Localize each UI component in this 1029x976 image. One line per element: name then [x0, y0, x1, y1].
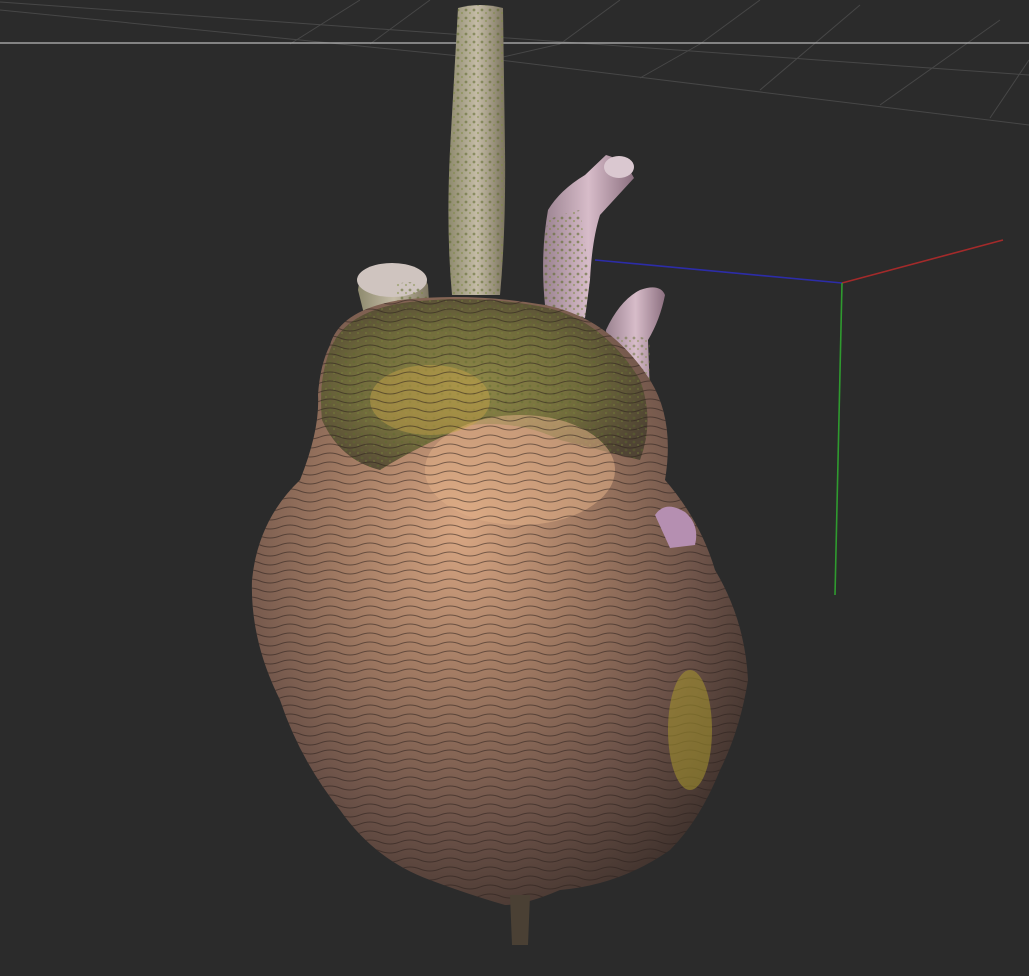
3d-viewport[interactable]	[0, 0, 1029, 976]
x-axis-line	[841, 239, 1004, 284]
heart-model[interactable]	[251, 5, 748, 945]
apex-stem	[510, 895, 530, 945]
z-axis-line	[594, 259, 843, 284]
y-axis-line	[834, 282, 843, 596]
grid-floor	[0, 0, 1029, 126]
viewport-canvas[interactable]	[0, 0, 1029, 976]
